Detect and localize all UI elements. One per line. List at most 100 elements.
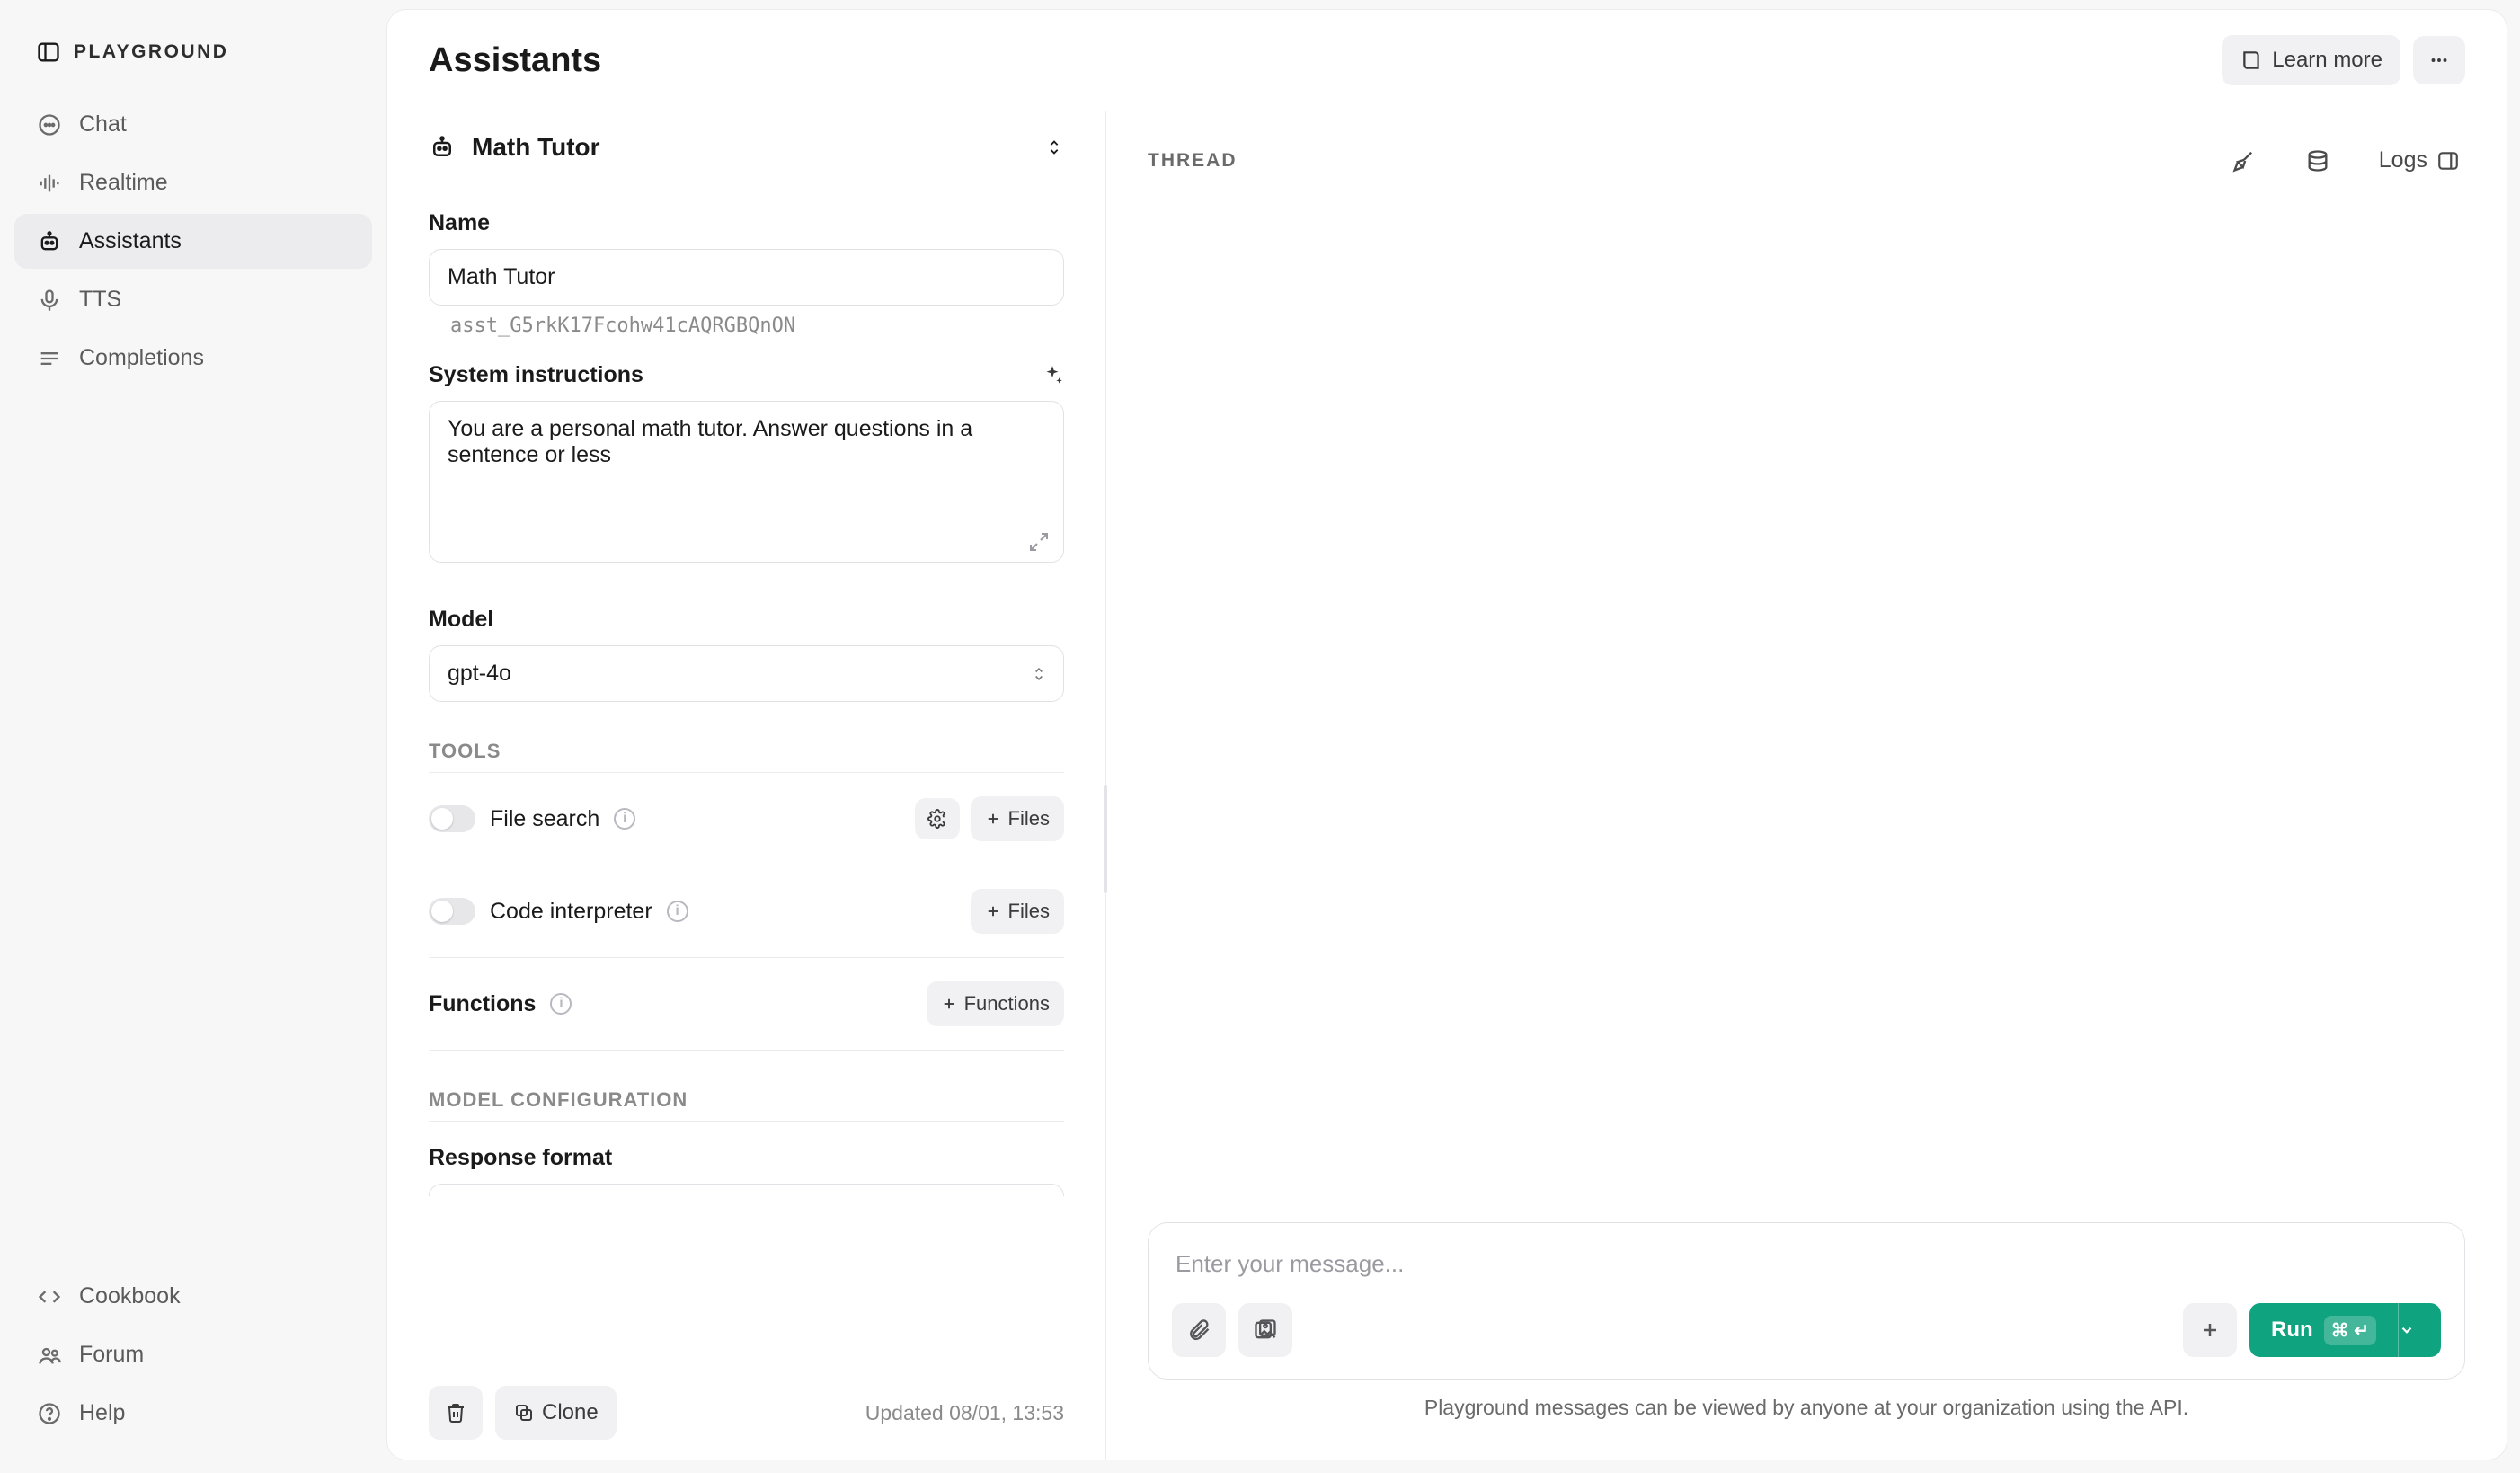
- microphone-icon: [36, 288, 63, 313]
- card-header: Assistants Learn more: [387, 10, 2507, 111]
- run-button[interactable]: Run ⌘ ↵: [2249, 1303, 2398, 1357]
- system-instructions-input[interactable]: [429, 401, 1064, 563]
- sidebar-item-chat[interactable]: Chat: [14, 97, 372, 152]
- model-select[interactable]: gpt-4o: [429, 645, 1064, 702]
- sidebar-item-forum[interactable]: Forum: [14, 1327, 372, 1382]
- name-input[interactable]: [429, 249, 1064, 306]
- sidebar-item-cookbook[interactable]: Cookbook: [14, 1269, 372, 1324]
- info-icon[interactable]: i: [667, 901, 688, 922]
- thread-data-button[interactable]: [2300, 143, 2336, 179]
- tools-heading: TOOLS: [429, 740, 1064, 763]
- tool-row-functions: Functions i Functions: [429, 957, 1064, 1051]
- sidebar-item-label: Completions: [79, 345, 204, 371]
- plus-icon: [985, 811, 1001, 827]
- thread-panel: THREAD: [1106, 111, 2507, 1460]
- chevron-down-icon: [2399, 1322, 2441, 1338]
- selected-assistant-name: Math Tutor: [472, 133, 600, 162]
- tool-row-file-search: File search i: [429, 772, 1064, 865]
- sidebar-item-help[interactable]: Help: [14, 1386, 372, 1441]
- main-card: Assistants Learn more: [386, 9, 2507, 1460]
- sidebar-item-tts[interactable]: TTS: [14, 272, 372, 327]
- code-interpreter-label: Code interpreter: [490, 899, 652, 925]
- file-search-toggle[interactable]: [429, 805, 475, 832]
- broom-icon: [2232, 148, 2257, 173]
- main: Assistants Learn more: [386, 0, 2520, 1473]
- code-interpreter-files-button[interactable]: Files: [971, 889, 1064, 934]
- message-input[interactable]: [1172, 1245, 2441, 1303]
- chevron-updown-icon: [1044, 138, 1064, 157]
- model-label: Model: [429, 607, 1064, 633]
- run-dropdown-button[interactable]: [2398, 1303, 2441, 1357]
- trash-icon: [445, 1402, 466, 1424]
- assistant-selector[interactable]: Math Tutor: [387, 111, 1105, 183]
- functions-label: Functions: [429, 991, 536, 1017]
- thread-heading: THREAD: [1148, 150, 1238, 172]
- paperclip-icon: [1186, 1318, 1211, 1343]
- page-title: Assistants: [429, 41, 601, 80]
- learn-more-button[interactable]: Learn more: [2222, 35, 2400, 85]
- config-footer: Clone Updated 08/01, 13:53: [387, 1366, 1105, 1460]
- dots-icon: [2427, 49, 2451, 72]
- image-icon: [1253, 1318, 1278, 1343]
- message-composer: Run ⌘ ↵: [1148, 1222, 2465, 1380]
- file-search-files-button[interactable]: Files: [971, 796, 1064, 841]
- sidebar-item-label: Assistants: [79, 228, 182, 254]
- panel-right-icon: [2436, 149, 2460, 173]
- response-format-select[interactable]: [429, 1184, 1064, 1196]
- sidebar-item-realtime[interactable]: Realtime: [14, 155, 372, 210]
- thread-header: THREAD: [1106, 111, 2507, 209]
- assistant-id: asst_G5rkK17Fcohw41cAQRGBQnON: [429, 306, 1064, 337]
- database-icon: [2305, 148, 2330, 173]
- learn-more-label: Learn more: [2272, 48, 2382, 73]
- book-icon: [2240, 49, 2263, 72]
- thread-footnote: Playground messages can be viewed by any…: [1148, 1380, 2465, 1443]
- expand-icon[interactable]: [1028, 531, 1050, 553]
- name-label: Name: [429, 210, 1064, 236]
- model-config-heading: MODEL CONFIGURATION: [429, 1088, 1064, 1112]
- sidebar-item-label: Realtime: [79, 170, 168, 196]
- logs-button[interactable]: Logs: [2374, 142, 2465, 179]
- sidebar-item-label: Help: [79, 1400, 125, 1426]
- sidebar-item-completions[interactable]: Completions: [14, 331, 372, 386]
- sidebar-item-label: Forum: [79, 1342, 144, 1368]
- config-panel: Math Tutor Name asst_G5rkK17Fcohw41cAQRG…: [387, 111, 1106, 1460]
- attach-button[interactable]: [1172, 1303, 1226, 1357]
- plus-icon: [985, 903, 1001, 919]
- sparkle-icon[interactable]: [1041, 364, 1064, 387]
- code-icon: [36, 1284, 63, 1309]
- updated-timestamp: Updated 08/01, 13:53: [865, 1401, 1064, 1425]
- sidebar-item-label: Cookbook: [79, 1283, 181, 1309]
- robot-icon: [429, 134, 456, 161]
- resize-handle[interactable]: [1104, 785, 1107, 893]
- file-search-label: File search: [490, 806, 599, 832]
- plus-icon: [2199, 1319, 2221, 1341]
- sidebar-brand[interactable]: PLAYGROUND: [14, 29, 372, 97]
- add-button[interactable]: [2183, 1303, 2237, 1357]
- clear-thread-button[interactable]: [2226, 143, 2262, 179]
- clone-button[interactable]: Clone: [495, 1386, 617, 1440]
- thread-messages: [1106, 209, 2507, 1222]
- sidebar-item-label: Chat: [79, 111, 127, 138]
- copy-icon: [513, 1402, 535, 1424]
- help-icon: [36, 1401, 63, 1426]
- response-format-label: Response format: [429, 1145, 1064, 1171]
- lines-icon: [36, 346, 63, 371]
- file-search-settings-button[interactable]: [915, 798, 960, 839]
- more-menu-button[interactable]: [2413, 36, 2465, 84]
- people-icon: [36, 1343, 63, 1368]
- gear-icon: [927, 809, 947, 829]
- sidebar: PLAYGROUND Chat Realtime Assistants TTS: [0, 0, 386, 1473]
- code-interpreter-toggle[interactable]: [429, 898, 475, 925]
- sidebar-item-assistants[interactable]: Assistants: [14, 214, 372, 269]
- chat-icon: [36, 112, 63, 138]
- add-functions-button[interactable]: Functions: [927, 981, 1064, 1026]
- system-instructions-label: System instructions: [429, 362, 643, 388]
- sidebar-brand-label: PLAYGROUND: [74, 41, 228, 63]
- waveform-icon: [36, 171, 63, 196]
- info-icon[interactable]: i: [614, 808, 635, 830]
- delete-button[interactable]: [429, 1386, 483, 1440]
- tool-row-code-interpreter: Code interpreter i Files: [429, 865, 1064, 957]
- image-button[interactable]: [1238, 1303, 1292, 1357]
- plus-icon: [941, 996, 957, 1012]
- info-icon[interactable]: i: [550, 993, 572, 1015]
